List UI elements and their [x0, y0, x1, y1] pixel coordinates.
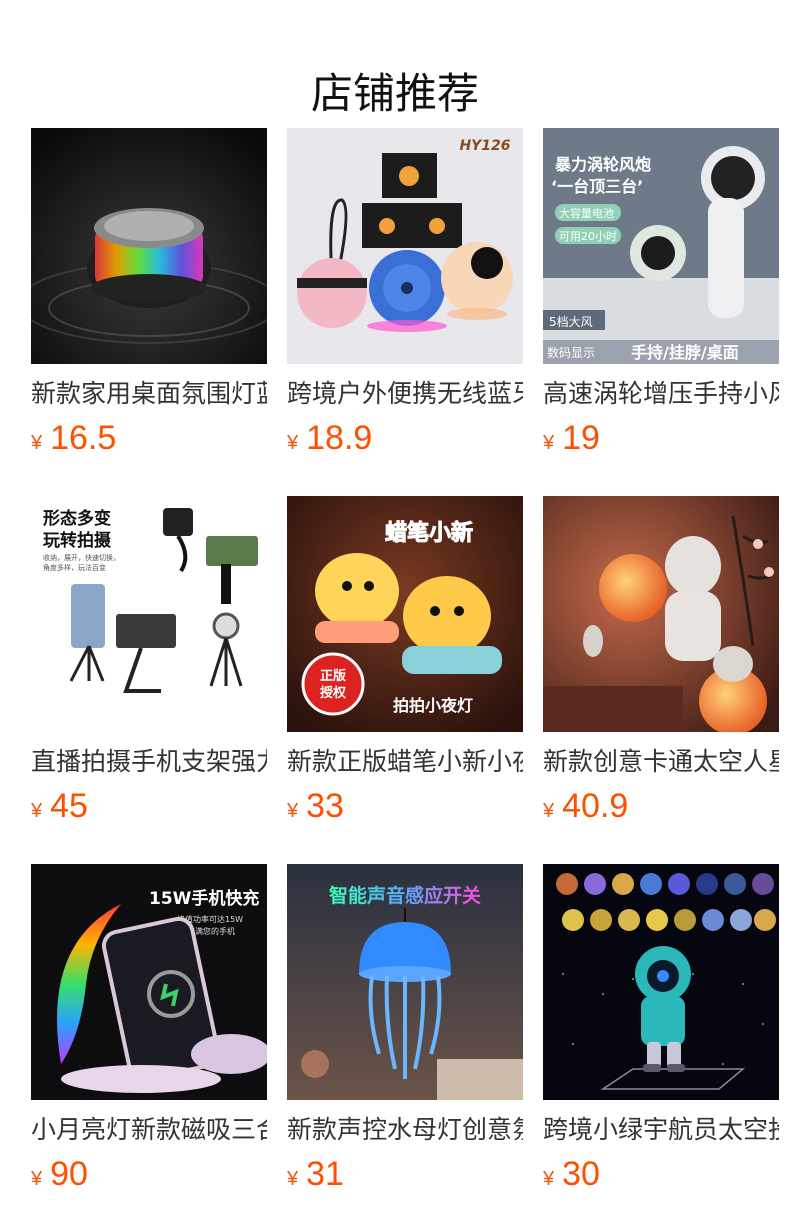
- product-card[interactable]: HY126 跨境户外便携无线蓝牙音箱 ¥18.9: [287, 128, 523, 496]
- product-card[interactable]: 新款家用桌面氛围灯蓝牙音箱 ¥16.5: [31, 128, 267, 496]
- image-text: 授权: [320, 685, 347, 701]
- price-value: 45: [50, 787, 88, 825]
- price-value: 31: [306, 1155, 344, 1193]
- price-value: 30: [562, 1155, 600, 1193]
- product-card[interactable]: 15W手机快充 峰值功率可达15W 快速充满您的手机 小月亮灯新款磁吸三合一无线…: [31, 864, 267, 1232]
- image-text: 拍拍小夜灯: [393, 696, 473, 715]
- currency-symbol: ¥: [543, 432, 555, 454]
- price-value: 16.5: [50, 419, 117, 457]
- product-card[interactable]: 跨境小绿宇航员太空投影灯 ¥30: [543, 864, 779, 1232]
- currency-symbol: ¥: [31, 800, 43, 822]
- image-text: 智能声音感应开关: [329, 884, 481, 907]
- product-name[interactable]: 高速涡轮增压手持小风扇: [543, 378, 779, 410]
- price-value: 18.9: [306, 419, 373, 457]
- currency-symbol: ¥: [543, 1168, 555, 1190]
- product-name[interactable]: 新款创意卡通太空人星球灯: [543, 746, 779, 778]
- product-price: ¥18.9: [287, 418, 523, 458]
- price-value: 33: [306, 787, 344, 825]
- product-price: ¥30: [543, 1154, 779, 1194]
- product-name[interactable]: 新款声控水母灯创意氛围灯: [287, 1114, 523, 1146]
- price-value: 90: [50, 1155, 88, 1193]
- image-text: 收纳，展开，快速切换，: [43, 553, 120, 562]
- product-grid: 新款家用桌面氛围灯蓝牙音箱 ¥16.5 HY126: [31, 128, 779, 1232]
- product-card[interactable]: 形态多变 玩转拍摄 收纳，展开，快速切换， 角度多样，玩法百变 直播拍摄手机支架…: [31, 496, 267, 864]
- currency-symbol: ¥: [287, 432, 299, 454]
- image-text: 5档大风: [549, 315, 593, 329]
- product-price: ¥45: [31, 786, 267, 826]
- image-text: HY126: [459, 138, 510, 154]
- page-title: 店铺推荐: [310, 69, 479, 119]
- product-price: ¥19: [543, 418, 779, 458]
- moon-wireless-charger-image[interactable]: 15W手机快充 峰值功率可达15W 快速充满您的手机: [31, 864, 267, 1100]
- product-name[interactable]: 新款正版蜡笔小新小夜灯: [287, 746, 523, 778]
- image-text: 暴力涡轮风炮: [554, 155, 651, 174]
- product-name[interactable]: 跨境小绿宇航员太空投影灯: [543, 1114, 779, 1146]
- image-text: 玩转拍摄: [43, 530, 112, 551]
- currency-symbol: ¥: [287, 800, 299, 822]
- product-price: ¥33: [287, 786, 523, 826]
- product-name[interactable]: 新款家用桌面氛围灯蓝牙音箱: [31, 378, 267, 410]
- product-name[interactable]: 小月亮灯新款磁吸三合一无线充: [31, 1114, 267, 1146]
- image-text: 手持/挂脖/桌面: [631, 343, 739, 362]
- currency-symbol: ¥: [31, 1168, 43, 1190]
- image-text: 形态多变: [43, 508, 111, 529]
- product-price: ¥40.9: [543, 786, 779, 826]
- product-price: ¥16.5: [31, 418, 267, 458]
- image-text: 蜡笔小新: [385, 520, 473, 546]
- image-text: 可用20小时: [559, 230, 617, 243]
- image-text: 大容量电池: [559, 206, 614, 220]
- product-card[interactable]: 智能声音感应开关 新款声控水母灯创意氛围灯 ¥31: [287, 864, 523, 1232]
- portable-speakers-image[interactable]: HY126: [287, 128, 523, 364]
- image-text: 15W手机快充: [149, 888, 259, 909]
- astronaut-moon-lamp-image[interactable]: [543, 496, 779, 732]
- currency-symbol: ¥: [31, 432, 43, 454]
- product-name[interactable]: 跨境户外便携无线蓝牙音箱: [287, 378, 523, 410]
- price-value: 19: [562, 419, 600, 457]
- product-card[interactable]: 暴力涡轮风炮 ‘一台顶三台’ 大容量电池 可用20小时 5档大风 数码显示 手持…: [543, 128, 779, 496]
- product-card[interactable]: 新款创意卡通太空人星球灯 ¥40.9: [543, 496, 779, 864]
- handheld-fan-image[interactable]: 暴力涡轮风炮 ‘一台顶三台’ 大容量电池 可用20小时 5档大风 数码显示 手持…: [543, 128, 779, 364]
- product-price: ¥90: [31, 1154, 267, 1194]
- image-text: 数码显示: [547, 345, 595, 360]
- glowing-speaker-image[interactable]: [31, 128, 267, 364]
- astronaut-projector-image[interactable]: [543, 864, 779, 1100]
- image-text: 正版: [320, 668, 346, 684]
- currency-symbol: ¥: [543, 800, 555, 822]
- currency-symbol: ¥: [287, 1168, 299, 1190]
- image-text: 角度多样，玩法百变: [43, 563, 106, 572]
- phone-stand-image[interactable]: 形态多变 玩转拍摄 收纳，展开，快速切换， 角度多样，玩法百变: [31, 496, 267, 732]
- product-price: ¥31: [287, 1154, 523, 1194]
- product-card[interactable]: 蜡笔小新 正版 授权 拍拍小夜灯 新款正版蜡笔小新小夜灯 ¥33: [287, 496, 523, 864]
- image-text: ‘一台顶三台’: [551, 177, 643, 196]
- product-name[interactable]: 直播拍摄手机支架强力磁吸: [31, 746, 267, 778]
- price-value: 40.9: [562, 787, 629, 825]
- jellyfish-lamp-image[interactable]: 智能声音感应开关: [287, 864, 523, 1100]
- crayon-shinchan-lamp-image[interactable]: 蜡笔小新 正版 授权 拍拍小夜灯: [287, 496, 523, 732]
